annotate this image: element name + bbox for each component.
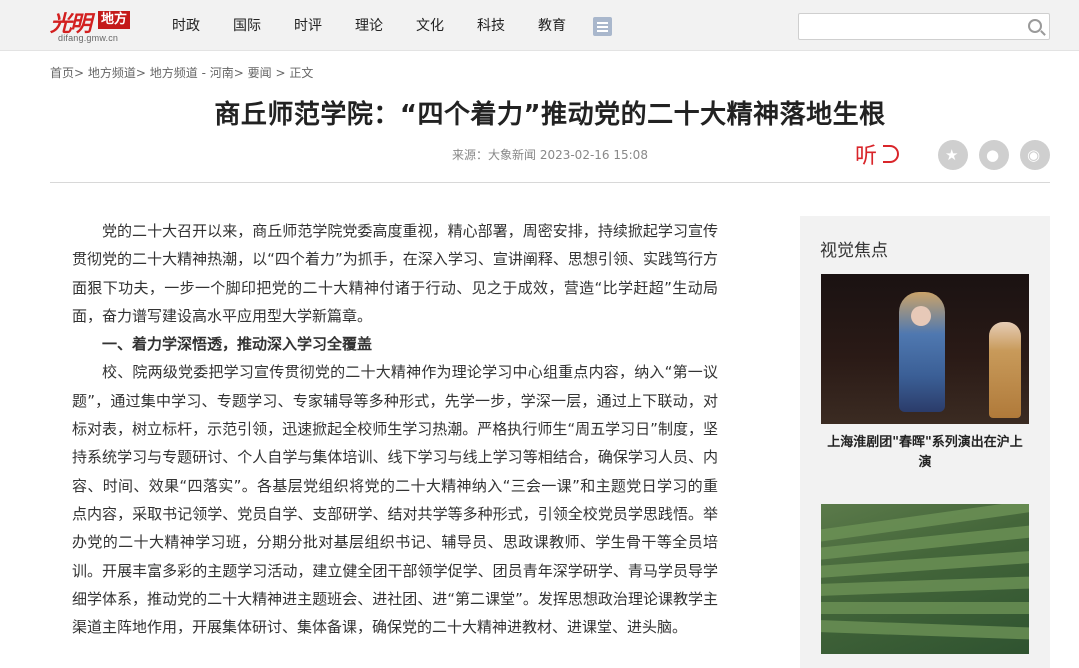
nav-item-international[interactable]: 国际 bbox=[233, 16, 261, 36]
sidebar-title: 视觉焦点 bbox=[820, 241, 888, 261]
nav-item-politics[interactable]: 时政 bbox=[172, 16, 200, 36]
star-icon: ★ bbox=[945, 146, 959, 164]
page-title: 商丘师范学院：“四个着力”推动党的二十大精神落地生根 bbox=[214, 100, 886, 130]
breadcrumb-current: 正文 bbox=[289, 66, 314, 80]
nav-item-commentary[interactable]: 时评 bbox=[294, 16, 322, 36]
listen-button[interactable]: 听 bbox=[855, 138, 901, 170]
nav-item-tech[interactable]: 科技 bbox=[477, 16, 505, 36]
article-paragraph: 党的二十大召开以来，商丘师范学院党委高度重视，精心部署，周密安排，持续掀起学习宣… bbox=[72, 222, 718, 325]
breadcrumb-home[interactable]: 首页> bbox=[50, 66, 84, 80]
nav-item-theory[interactable]: 理论 bbox=[355, 16, 383, 36]
breadcrumb: 首页> 地方频道> 地方频道 - 河南> 要闻 > 正文 bbox=[50, 64, 313, 81]
focus-image-tea-field[interactable] bbox=[821, 504, 1029, 654]
weibo-icon: ◉ bbox=[1027, 146, 1041, 164]
visual-focus-sidebar: 视觉焦点 上海淮剧团"春晖"系列演出在沪上演 bbox=[800, 216, 1050, 668]
focus-image-opera[interactable] bbox=[821, 274, 1029, 424]
breadcrumb-henan-channel[interactable]: 地方频道 - 河南> bbox=[150, 66, 244, 80]
title-divider bbox=[50, 182, 1050, 183]
wechat-icon: ● bbox=[986, 146, 1000, 164]
article-paragraph: 校、院两级党委把学习宣传贯彻党的二十大精神作为理论学习中心组重点内容，纳入“第一… bbox=[72, 363, 718, 637]
nav-item-culture[interactable]: 文化 bbox=[416, 16, 444, 36]
logo-domain: difang.gmw.cn bbox=[58, 33, 119, 43]
logo-channel-badge: 地方 bbox=[98, 11, 131, 29]
search-input[interactable] bbox=[798, 13, 1050, 40]
nav-item-education[interactable]: 教育 bbox=[538, 16, 566, 36]
weibo-share-button[interactable]: ◉ bbox=[1020, 140, 1050, 170]
main-nav: 时政 国际 时评 理论 文化 科技 教育 bbox=[172, 16, 599, 36]
search-icon[interactable] bbox=[1028, 19, 1042, 33]
sound-wave-icon bbox=[883, 145, 899, 163]
focus-caption[interactable]: 上海淮剧团"春晖"系列演出在沪上演 bbox=[821, 433, 1029, 473]
menu-icon[interactable] bbox=[593, 17, 612, 36]
breadcrumb-local-channel[interactable]: 地方频道> bbox=[88, 66, 146, 80]
top-navigation-bar: 光明 地方 difang.gmw.cn 时政 国际 时评 理论 文化 科技 教育 bbox=[0, 0, 1079, 51]
article-subheading: 一、着力学深悟透，推动深入学习全覆盖 bbox=[102, 335, 373, 354]
article-body: 党的二十大召开以来，商丘师范学院党委高度重视，精心部署，周密安排，持续掀起学习宣… bbox=[72, 217, 718, 641]
wechat-share-button[interactable]: ● bbox=[979, 140, 1009, 170]
listen-label: 听 bbox=[855, 144, 878, 169]
article-meta: 来源：大象新闻 2023-02-16 15:08 bbox=[452, 148, 648, 162]
favorite-button[interactable]: ★ bbox=[938, 140, 968, 170]
site-logo[interactable]: 光明 地方 difang.gmw.cn bbox=[50, 6, 140, 46]
breadcrumb-news[interactable]: 要闻 > bbox=[248, 66, 286, 80]
